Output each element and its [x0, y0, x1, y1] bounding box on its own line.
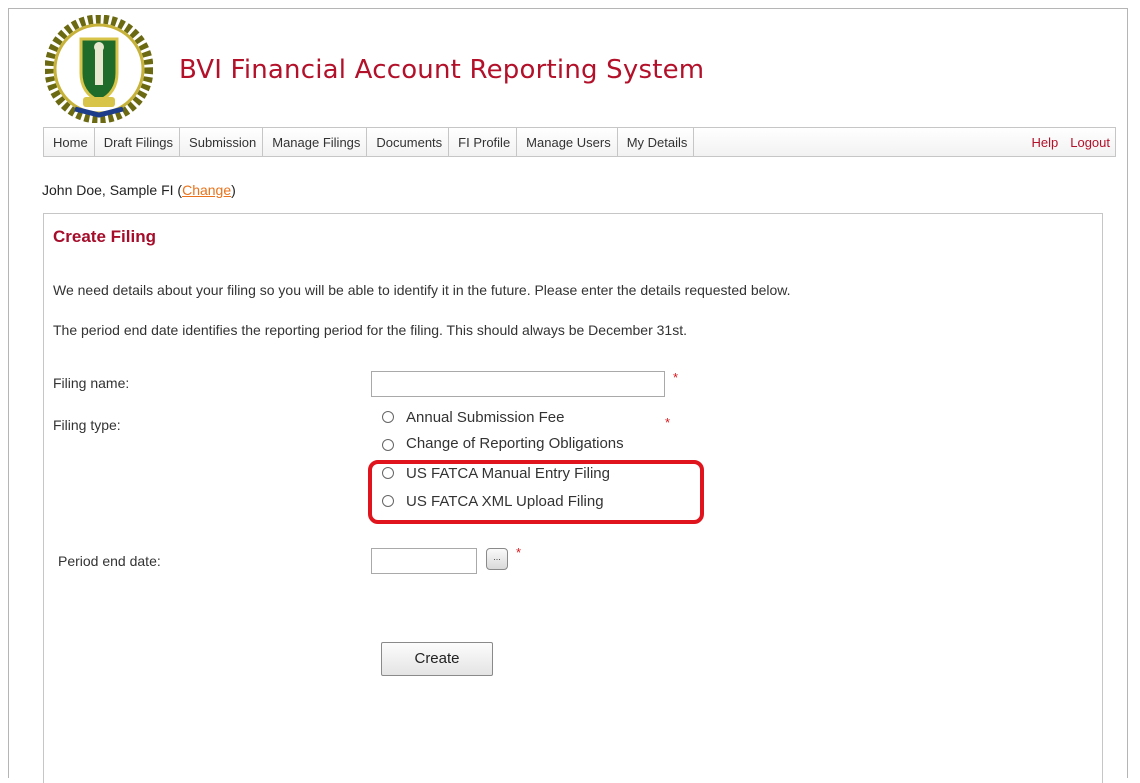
logout-link[interactable]: Logout — [1070, 135, 1110, 150]
create-filing-panel: Create Filing We need details about your… — [43, 213, 1103, 783]
nav-manage-users[interactable]: Manage Users — [517, 128, 618, 156]
radio-label: Annual Submission Fee — [406, 408, 565, 426]
filing-type-label: Filing type: — [53, 417, 121, 433]
period-end-required-marker: * — [516, 545, 522, 560]
radio-button-icon[interactable] — [382, 495, 394, 507]
radio-us-fatca-manual-entry-filing[interactable]: US FATCA Manual Entry Filing — [382, 462, 610, 484]
nav-my-details[interactable]: My Details — [618, 128, 695, 156]
radio-change-of-reporting-obligations[interactable]: Change of Reporting Obligations — [382, 435, 624, 451]
date-picker-button[interactable]: ... — [486, 548, 508, 570]
intro-text-2: The period end date identifies the repor… — [53, 322, 687, 338]
nav-submission[interactable]: Submission — [180, 128, 264, 156]
radio-label: US FATCA XML Upload Filing — [406, 492, 604, 510]
user-name: John Doe, Sample FI — [42, 182, 174, 198]
nav-draft-filings[interactable]: Draft Filings — [95, 128, 181, 156]
radio-button-icon[interactable] — [382, 467, 394, 479]
panel-title: Create Filing — [53, 227, 156, 246]
change-fi-link[interactable]: Change — [182, 182, 231, 198]
filing-name-input[interactable] — [371, 371, 665, 397]
site-title: BVI Financial Account Reporting System — [179, 55, 705, 85]
filing-name-label: Filing name: — [53, 375, 130, 391]
nav-right-links: Help Logout — [1019, 135, 1115, 150]
filing-name-required-marker: * — [673, 370, 679, 385]
radio-label: US FATCA Manual Entry Filing — [406, 464, 610, 482]
user-info: John Doe, Sample FI (Change) — [42, 182, 236, 198]
main-nav: Home Draft Filings Submission Manage Fil… — [43, 127, 1116, 157]
bvi-coat-of-arms-icon — [45, 15, 153, 123]
page-frame: BVI Financial Account Reporting System H… — [8, 8, 1128, 783]
nav-manage-filings[interactable]: Manage Filings — [263, 128, 368, 156]
radio-button-icon[interactable] — [382, 439, 394, 451]
radio-us-fatca-xml-upload-filing[interactable]: US FATCA XML Upload Filing — [382, 490, 604, 512]
intro-text-1: We need details about your filing so you… — [53, 282, 791, 298]
nav-fi-profile[interactable]: FI Profile — [449, 128, 518, 156]
period-end-date-input[interactable] — [371, 548, 477, 574]
period-end-date-label: Period end date: — [58, 553, 161, 569]
filing-type-required-marker: * — [665, 415, 671, 430]
help-link[interactable]: Help — [1031, 135, 1058, 150]
nav-home[interactable]: Home — [44, 128, 95, 156]
radio-label: Change of Reporting Obligations — [406, 435, 624, 451]
radio-annual-submission-fee[interactable]: Annual Submission Fee — [382, 406, 564, 428]
create-button[interactable]: Create — [381, 642, 493, 676]
site-header: BVI Financial Account Reporting System — [9, 9, 1127, 127]
nav-documents[interactable]: Documents — [367, 128, 450, 156]
close-paren: ) — [231, 182, 236, 198]
radio-button-icon[interactable] — [382, 411, 394, 423]
